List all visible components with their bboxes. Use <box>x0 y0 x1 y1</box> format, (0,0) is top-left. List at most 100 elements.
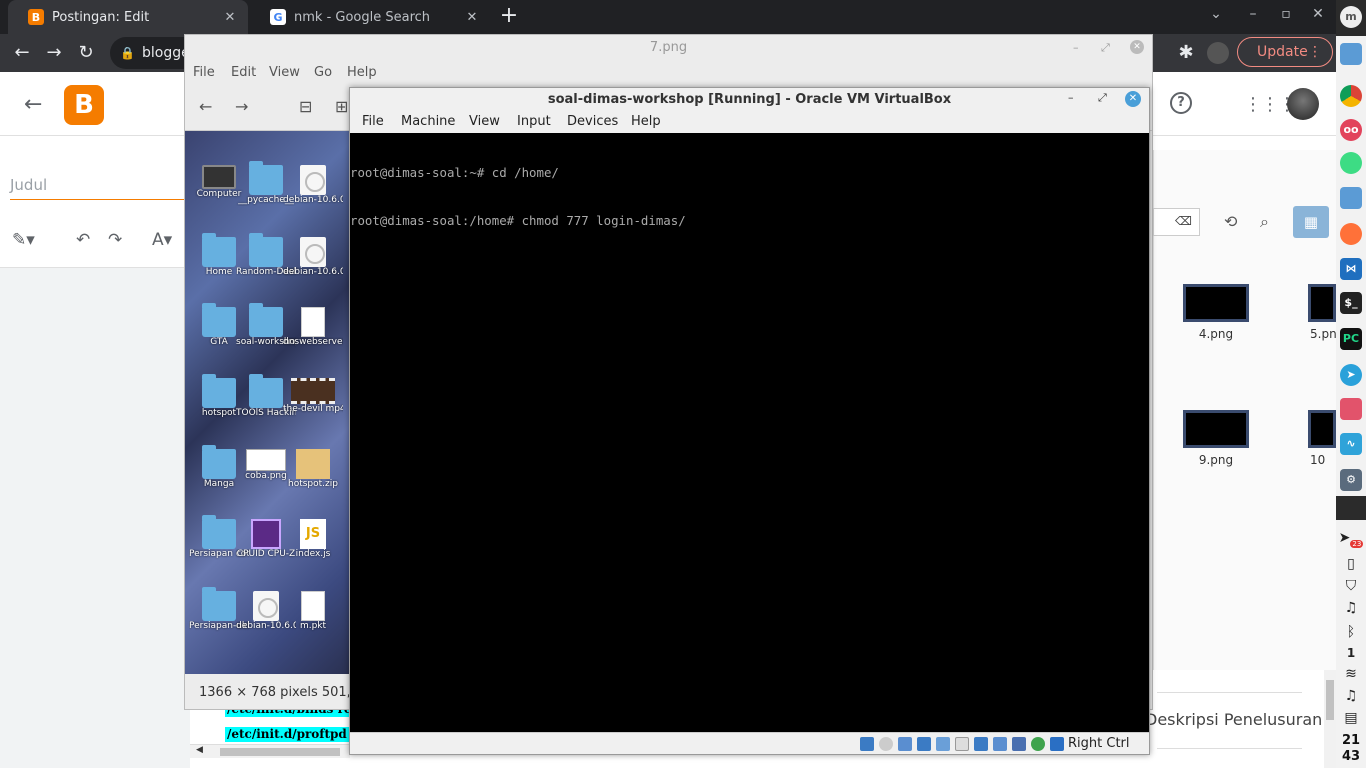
android-icon[interactable] <box>1340 152 1362 174</box>
menu-view[interactable]: View <box>469 114 500 129</box>
telegram-icon[interactable]: ➤ <box>1340 364 1362 386</box>
vscode-icon[interactable]: ⋈ <box>1340 258 1362 280</box>
workspace-number[interactable]: 1 <box>1336 646 1366 660</box>
editor-body[interactable] <box>0 268 190 768</box>
music-icon[interactable]: ♫ <box>1336 600 1366 616</box>
back-icon[interactable]: ← <box>10 41 34 65</box>
image-viewer-icon[interactable] <box>1340 398 1362 420</box>
files-folder-icon[interactable] <box>1340 43 1362 65</box>
mouse-integration-icon[interactable] <box>1031 737 1045 751</box>
desktop-icon[interactable]: the-devil mp4 <box>283 378 343 415</box>
reload-icon[interactable]: ↻ <box>74 41 98 65</box>
search-description-label[interactable]: Deskripsi Penelusuran <box>1145 710 1322 729</box>
clipboard-icon[interactable]: ▯ <box>1336 556 1366 572</box>
folder-icon[interactable] <box>1340 187 1362 209</box>
menu-input[interactable]: Input <box>517 114 551 129</box>
thumbnail-4[interactable] <box>1183 284 1249 322</box>
maximize-icon[interactable]: ▫ <box>1276 6 1296 22</box>
extensions-icon[interactable]: ✱ <box>1174 41 1198 65</box>
minimize-icon[interactable]: – <box>1243 6 1263 22</box>
close-icon[interactable]: ✕ <box>1130 40 1144 54</box>
thumbnail-9[interactable] <box>1183 410 1249 448</box>
new-tab-button[interactable]: + <box>498 4 520 30</box>
thumbnail-10[interactable] <box>1308 410 1336 448</box>
next-icon[interactable]: → <box>235 97 248 116</box>
tab-search-icon[interactable]: ⌄ <box>1206 6 1226 22</box>
shield-icon[interactable]: ⛉ <box>1336 578 1366 594</box>
menu-machine[interactable]: Machine <box>401 114 455 129</box>
record-icon[interactable]: oo <box>1340 119 1362 141</box>
fit-icon[interactable]: ⊟ <box>299 97 312 116</box>
pycharm-icon[interactable]: PC <box>1340 328 1362 350</box>
terminal-icon[interactable]: $_ <box>1340 292 1362 314</box>
wifi-icon[interactable]: ≋ <box>1336 666 1366 682</box>
usb-icon[interactable] <box>936 737 950 751</box>
search-icon[interactable]: ⌕ <box>1260 212 1269 232</box>
shared-folders-icon[interactable] <box>955 737 969 751</box>
volume-icon[interactable]: ♫ <box>1336 688 1366 704</box>
audio-icon[interactable] <box>898 737 912 751</box>
hard-disk-icon[interactable] <box>860 737 874 751</box>
desktop-icon[interactable]: hotspot.zip <box>283 449 343 490</box>
blogger-logo[interactable]: B <box>64 85 104 125</box>
desktop-icon[interactable]: debian-10.6.0 i386-DVD-3.iso <box>283 237 343 278</box>
display-icon[interactable] <box>974 737 988 751</box>
previous-icon[interactable]: ← <box>199 97 212 116</box>
horizontal-scrollbar[interactable]: ◀ <box>190 744 350 758</box>
close-icon[interactable]: ✕ <box>220 10 240 25</box>
cpu-icon[interactable] <box>1012 737 1026 751</box>
tab-postingan-edit[interactable]: B Postingan: Edit ✕ <box>8 0 248 34</box>
close-window-icon[interactable]: ✕ <box>1308 6 1328 22</box>
vm-terminal[interactable]: root@dimas-soal:~# cd /home/ root@dimas-… <box>350 133 1149 732</box>
reload-search-icon[interactable]: ⟲ <box>1224 212 1237 231</box>
tab-google-search[interactable]: G nmk - Google Search ✕ <box>250 0 490 34</box>
notes-icon[interactable]: ▤ <box>1336 710 1366 726</box>
thumbnail-5[interactable] <box>1308 284 1336 322</box>
firefox-icon[interactable] <box>1340 223 1362 245</box>
desktop-icon[interactable]: dnswebserver.pkt <box>283 307 343 348</box>
minimize-icon[interactable]: – <box>1073 41 1079 54</box>
menu-devices[interactable]: Devices <box>567 114 618 129</box>
desktop-icon[interactable]: JS index.js <box>283 519 343 560</box>
settings-icon[interactable]: ⚙ <box>1340 469 1362 491</box>
avatar[interactable] <box>1287 88 1319 120</box>
menu-view[interactable]: View <box>269 65 300 80</box>
forward-icon[interactable]: → <box>42 41 66 65</box>
keyboard-icon[interactable] <box>1050 737 1064 751</box>
system-monitor-icon[interactable]: ∿ <box>1340 433 1362 455</box>
zoom-icon[interactable]: ⊞ <box>335 97 348 116</box>
recording-icon[interactable] <box>993 737 1007 751</box>
scroll-left-icon[interactable]: ◀ <box>196 745 203 755</box>
maximize-icon[interactable]: ⤢ <box>1101 41 1110 55</box>
menu-file[interactable]: File <box>193 65 215 80</box>
menu-help[interactable]: Help <box>347 65 377 80</box>
menu-file[interactable]: File <box>362 114 384 129</box>
close-icon[interactable]: ✕ <box>462 10 482 25</box>
mint-menu-icon[interactable]: m <box>1340 6 1362 28</box>
menu-edit[interactable]: Edit <box>231 65 256 80</box>
maximize-icon[interactable]: ⤢ <box>1098 91 1107 105</box>
help-icon[interactable]: ? <box>1170 92 1192 114</box>
desktop-icon[interactable]: debian-10.6.0 i386-DVD-2.iso <box>283 165 343 206</box>
minimize-icon[interactable]: – <box>1068 91 1074 104</box>
telegram-tray-icon[interactable]: ➤ 23 <box>1336 530 1366 548</box>
menu-help[interactable]: Help <box>631 114 661 129</box>
chrome-icon[interactable] <box>1340 85 1362 107</box>
page-scrollbar[interactable] <box>1324 670 1336 768</box>
desktop-icon[interactable]: m.pkt <box>283 591 343 632</box>
pencil-icon[interactable]: ✎▾ <box>12 230 35 250</box>
bluetooth-icon[interactable]: ᛒ <box>1336 624 1366 640</box>
profile-avatar[interactable] <box>1207 42 1229 64</box>
redo-icon[interactable]: ↷ <box>108 230 122 250</box>
optical-drive-icon[interactable] <box>879 737 893 751</box>
back-arrow-icon[interactable]: ← <box>24 92 42 117</box>
menu-go[interactable]: Go <box>314 65 332 80</box>
clear-icon[interactable]: ⌫ <box>1175 214 1192 228</box>
undo-icon[interactable]: ↶ <box>76 230 90 250</box>
text-format-icon[interactable]: A▾ <box>152 230 172 250</box>
update-button[interactable]: Update ⋮ <box>1237 37 1333 67</box>
close-icon[interactable]: ✕ <box>1125 91 1141 107</box>
network-icon[interactable] <box>917 737 931 751</box>
grid-view-icon[interactable]: ▦ <box>1293 206 1329 238</box>
post-title-input[interactable]: Judul <box>10 170 190 200</box>
